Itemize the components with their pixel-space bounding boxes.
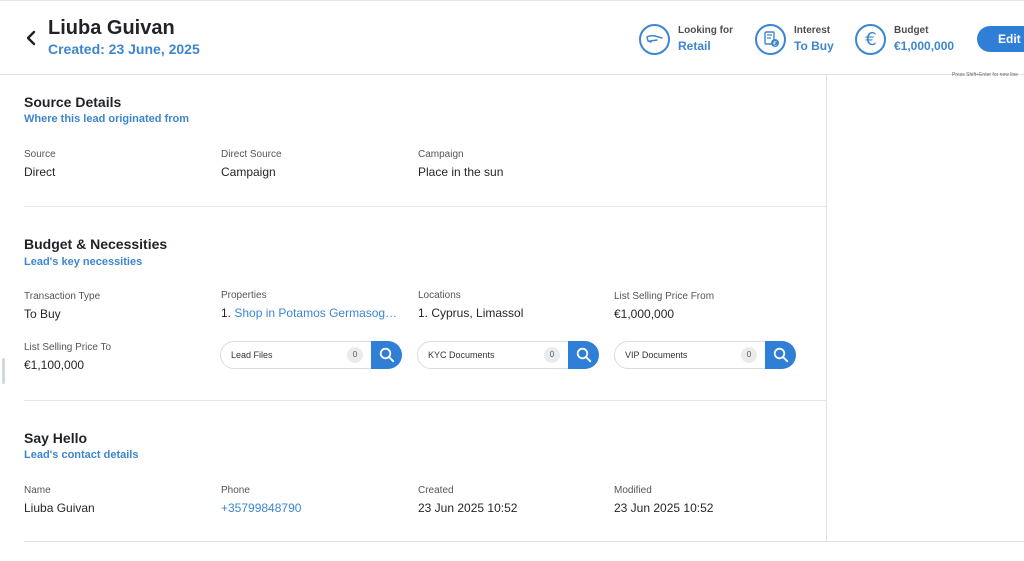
hand-icon [639,23,670,55]
field-value: 23 Jun 2025 10:52 [614,501,714,515]
back-chevron-icon[interactable] [24,29,38,47]
stat-looking-for-label: Looking for [678,25,733,36]
field-value: 23 Jun 2025 10:52 [418,501,518,515]
search-icon [379,347,394,363]
field-label: Locations [418,290,461,301]
search-button[interactable] [765,341,796,369]
search-icon [773,347,788,363]
lead-name-title: Liuba Guivan [48,17,175,39]
stat-interest: € Interest To Buy [755,22,834,56]
lead-details-panel: Source Details Where this lead originate… [0,75,827,541]
section-divider [24,206,827,207]
source-section-title: Source Details [24,94,122,110]
field-modified: Modified 23 Jun 2025 10:52 [614,485,799,515]
field-value: 1. Cyprus, Limassol [418,306,524,320]
field-value: To Buy [24,307,61,321]
lead-header: Liuba Guivan Created: 23 June, 2025 Look… [0,0,1024,78]
field-created: Created 23 Jun 2025 10:52 [418,485,603,515]
field-label: Modified [614,485,652,496]
budget-section-subtitle: Lead's key necessities [24,256,143,268]
hello-section-title: Say Hello [24,430,88,446]
field-label: List Selling Price From [614,291,715,302]
scroll-indicator[interactable] [2,358,5,384]
field-source: Source Direct [24,149,209,179]
svg-text:€: € [773,41,777,48]
field-label: Source [24,149,56,160]
field-label: Direct Source [221,149,282,160]
kyc-documents-search[interactable]: KYC Documents 0 [417,341,599,369]
field-value: €1,100,000 [24,358,85,372]
stat-looking-for: Looking for Retail [639,22,733,56]
field-name: Name Liuba Guivan [24,485,209,515]
hello-section-subtitle: Lead's contact details [24,449,139,461]
doc-count-badge: 0 [544,347,560,363]
doc-label: KYC Documents [428,350,495,360]
euro-icon: € [855,23,886,55]
doc-label: VIP Documents [625,350,688,360]
stat-budget-label: Budget [894,25,929,36]
doc-label: Lead Files [231,350,273,360]
stat-looking-for-value: Retail [678,39,711,53]
edit-button[interactable]: Edit [977,26,1024,52]
field-label: Created [418,485,454,496]
stat-interest-label: Interest [794,25,831,36]
field-label: Properties [221,290,267,301]
section-divider [24,400,827,401]
lead-files-search[interactable]: Lead Files 0 [220,341,402,369]
contract-euro-icon: € [755,23,786,55]
svg-text:€: € [865,29,876,49]
source-section-subtitle: Where this lead originated from [24,113,190,125]
doc-count-badge: 0 [741,347,757,363]
property-index: 1. [221,306,232,320]
field-value: Campaign [221,165,276,179]
search-icon [576,347,591,363]
field-campaign: Campaign Place in the sun [418,149,603,179]
input-hint-text: Press Shift+Enter for new line [952,72,1019,78]
search-button[interactable] [371,341,402,369]
field-value: Liuba Guivan [24,501,95,515]
field-label: Phone [221,485,250,496]
field-transaction-type: Transaction Type To Buy [24,291,209,321]
field-value: Direct [24,165,56,179]
stat-interest-value: To Buy [794,39,834,53]
bottom-divider [24,541,1024,542]
field-price-from: List Selling Price From €1,000,000 [614,291,799,321]
doc-count-badge: 0 [347,347,363,363]
property-link[interactable]: 1. Shop in Potamos Germasogeias [221,306,399,320]
property-name[interactable]: Shop in Potamos Germasogeias [234,306,399,320]
field-label: List Selling Price To [24,342,112,353]
field-label: Transaction Type [24,291,101,302]
field-phone: Phone +35799848790 [221,485,406,515]
lead-created-date: Created: 23 June, 2025 [48,41,200,57]
field-price-to: List Selling Price To €1,100,000 [24,342,209,372]
field-label: Name [24,485,51,496]
field-direct-source: Direct Source Campaign [221,149,406,179]
vip-documents-search[interactable]: VIP Documents 0 [614,341,796,369]
budget-section-title: Budget & Necessities [24,236,168,252]
field-properties: Properties 1. Shop in Potamos Germasogei… [221,290,406,320]
stat-budget-value: €1,000,000 [894,39,955,53]
field-value: Place in the sun [418,165,504,179]
phone-link[interactable]: +35799848790 [221,501,406,515]
field-value: €1,000,000 [614,307,675,321]
stat-budget: € Budget €1,000,000 [855,22,954,56]
search-button[interactable] [568,341,599,369]
field-locations: Locations 1. Cyprus, Limassol [418,290,603,320]
field-label: Campaign [418,149,464,160]
